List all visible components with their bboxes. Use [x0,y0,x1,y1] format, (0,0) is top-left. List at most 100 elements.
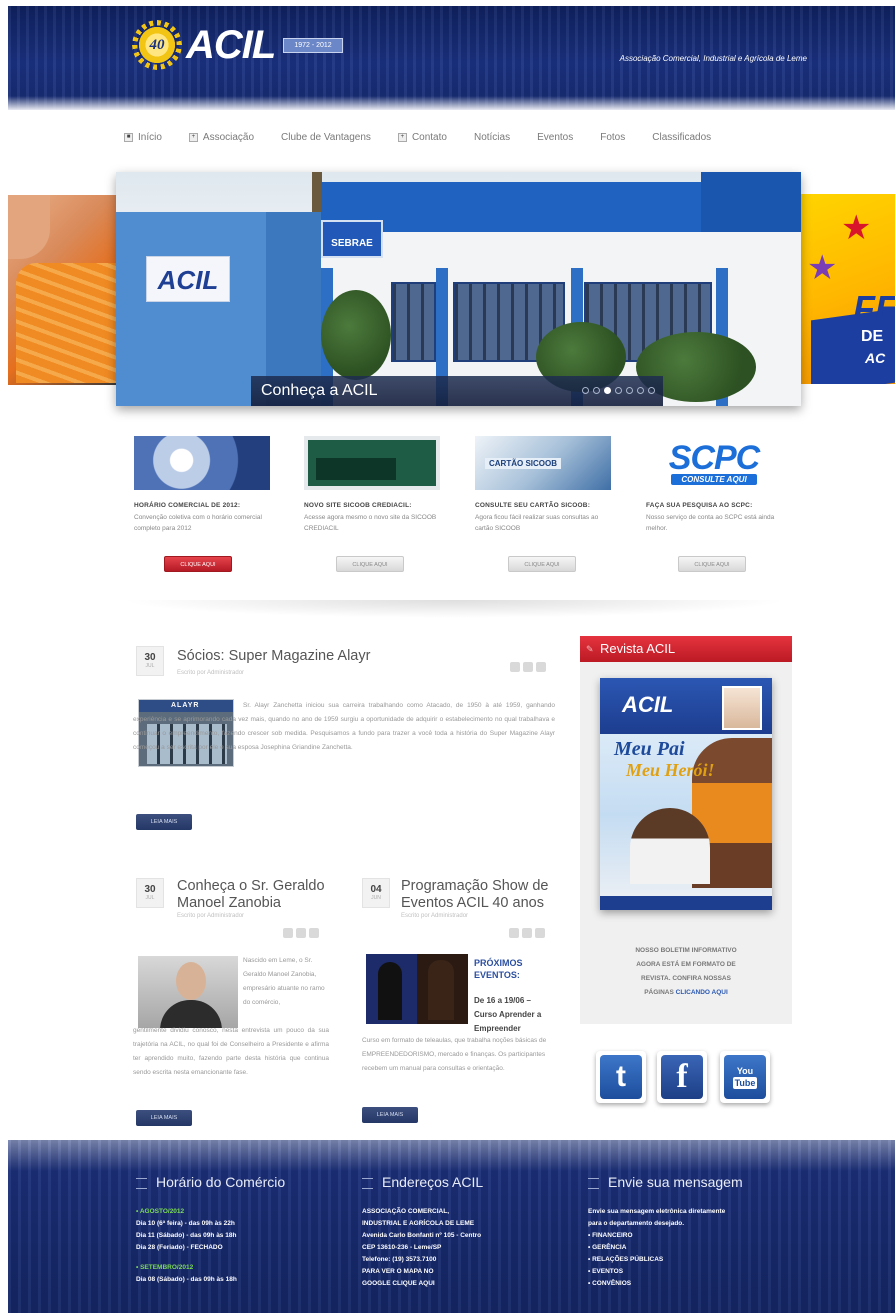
dept-link-gerencia[interactable]: • GERÊNCIA [588,1242,743,1254]
facebook-icon: f [661,1055,703,1099]
revista-widget: Revista ACIL ACIL Meu Pai Meu Herói! NOS… [580,636,792,1024]
nav-item-classificados[interactable]: Classificados [652,132,711,143]
nav-item-associacao[interactable]: + Associação [188,132,254,143]
slider-caption-title: Conheça a ACIL [261,382,378,399]
geraldo-photo [138,956,238,1028]
section-divider [120,600,788,618]
dept-link-convenios[interactable]: • CONVÊNIOS [588,1278,743,1290]
footer-enderecos-title: Endereços ACIL [362,1174,483,1190]
promo-scpc: SCPC CONSULTE AQUI FAÇA SUA PESQUISA AO … [646,436,786,572]
nav-item-inicio[interactable]: ■ Início [124,132,162,143]
nav-item-contato[interactable]: + Contato [397,132,447,143]
slider-dot[interactable] [626,387,633,394]
article-body: gentilmente dividiu conosco, nesta entre… [133,1027,329,1076]
revista-link[interactable]: CLICANDO AQUI [676,989,728,996]
home-icon: ■ [124,133,133,142]
promo-sicoob: NOVO SITE SICOOB CREDIACIL: Acesse agora… [304,436,444,572]
date-badge: 04 JUN [362,878,390,908]
article-meta: Escrito por Administrador [401,913,469,919]
footer-horario-title: Horário do Comércio [136,1174,285,1190]
plus-icon: + [397,133,407,142]
date-badge: 30 JUL [136,878,164,908]
article-body: Curso em formato de teleaulas, que traba… [362,1037,547,1072]
promo-cartao-button[interactable]: CLIQUE AQUI [508,556,576,572]
slider-dot[interactable] [637,387,644,394]
dept-link-relacoes[interactable]: • RELAÇÕES PÚBLICAS [588,1254,743,1266]
nav-item-eventos[interactable]: Eventos [537,132,573,143]
pdf-icon[interactable] [510,662,520,672]
twitter-button[interactable]: t [596,1051,646,1103]
revista-cover[interactable]: ACIL Meu Pai Meu Herói! [600,678,772,910]
cartao-sicoob-image[interactable]: CARTÃO SICOOB [475,436,611,490]
print-icon[interactable] [522,928,532,938]
scpc-logo[interactable]: SCPC CONSULTE AQUI [646,436,782,490]
events-heading: PRÓXIMOS EVENTOS: [474,958,523,980]
acil-building-sign: ACIL [146,256,230,302]
dept-link-eventos[interactable]: • EVENTOS [588,1266,743,1278]
nav-item-noticias[interactable]: Notícias [474,132,510,143]
article-meta: Escrito por Administrador [177,670,245,676]
print-icon[interactable] [296,928,306,938]
facebook-button[interactable]: f [657,1051,707,1103]
hero-slider[interactable]: ACIL SEBRAE Conheça a ACIL [116,172,801,406]
slider-dot[interactable] [615,387,622,394]
sebrae-building-sign: SEBRAE [321,220,383,258]
article-tools [510,662,546,672]
email-icon[interactable] [536,662,546,672]
anniversary-sun-icon: 40 [134,22,180,68]
logo-text: ACIL [186,22,276,67]
slider-caption: Conheça a ACIL [251,376,663,406]
pdf-icon[interactable] [509,928,519,938]
slider-dot-active[interactable] [604,387,611,394]
footer-mensagem-title: Envie sua mensagem [588,1174,743,1190]
article-meta: Escrito por Administrador [177,913,245,919]
nav-item-clube[interactable]: Clube de Vantagens [281,132,371,143]
event-course: De 16 a 19/06 – Curso Aprender a Empreende… [474,996,542,1033]
event-speakers-photo [366,954,468,1024]
pdf-icon[interactable] [283,928,293,938]
slider-dot[interactable] [582,387,589,394]
promo-horario-button[interactable]: CLIQUE AQUI [164,556,232,572]
email-icon[interactable] [535,928,545,938]
star-icon: ★ [841,209,872,247]
slider-dot[interactable] [648,387,655,394]
article-title[interactable]: Conheça o Sr. Geraldo Manoel Zanobia [177,878,325,912]
email-icon[interactable] [309,928,319,938]
youtube-icon: You Tube [724,1055,766,1099]
slider-dot[interactable] [593,387,600,394]
read-more-button[interactable]: LEIA MAIS [136,814,192,830]
main-nav: ■ Início + Associação Clube de Vantagens +… [124,132,738,143]
print-icon[interactable] [523,662,533,672]
youtube-button[interactable]: You Tube [720,1051,770,1103]
article-title[interactable]: Programação Show de Eventos ACIL 40 anos [401,878,549,912]
promo-horario: HORÁRIO COMERCIAL DE 2012: Convenção col… [134,436,274,572]
clock-image[interactable] [134,436,270,490]
article-tools [283,928,319,938]
slider-next-preview[interactable]: ★ ★ FE DE AC [801,194,895,384]
revista-description: NOSSO BOLETIM INFORMATIVO AGORA ESTÁ EM … [635,947,737,996]
slider-prev-preview[interactable] [8,195,116,385]
read-more-button[interactable]: LEIA MAIS [136,1110,192,1126]
read-more-button[interactable]: LEIA MAIS [362,1107,418,1123]
dept-link-financeiro[interactable]: • FINANCEIRO [588,1230,743,1242]
footer-horario: Horário do Comércio • AGOSTO/2012 Dia 10… [136,1174,286,1283]
site-footer: Horário do Comércio • AGOSTO/2012 Dia 10… [8,1140,895,1313]
promo-scpc-button[interactable]: CLIQUE AQUI [678,556,746,572]
twitter-icon: t [600,1055,642,1099]
footer-enderecos: Endereços ACIL ASSOCIAÇÃO COMERCIAL, IND… [362,1174,483,1290]
sicoob-site-image[interactable] [304,436,440,490]
header-tagline: Associação Comercial, Industrial e Agríc… [619,54,807,63]
site-logo[interactable]: 40 ACIL 1972 - 2012 [134,22,343,68]
plus-icon: + [188,133,198,142]
date-badge: 30 JUL [136,646,164,676]
nav-item-fotos[interactable]: Fotos [600,132,625,143]
logo-years: 1972 - 2012 [283,37,343,53]
article-title[interactable]: Sócios: Super Magazine Alayr [177,648,370,665]
revista-title: Revista ACIL [580,636,792,662]
promo-cartao: CARTÃO SICOOB CONSULTE SEU CARTÃO SICOOB… [475,436,615,572]
google-map-link[interactable]: GOOGLE CLIQUE AQUI [362,1278,483,1290]
site-header: 40 ACIL 1972 - 2012 Associação Comercial… [8,6,895,110]
star-icon: ★ [807,249,838,287]
slider-pagination [582,387,655,394]
promo-sicoob-button[interactable]: CLIQUE AQUI [336,556,404,572]
